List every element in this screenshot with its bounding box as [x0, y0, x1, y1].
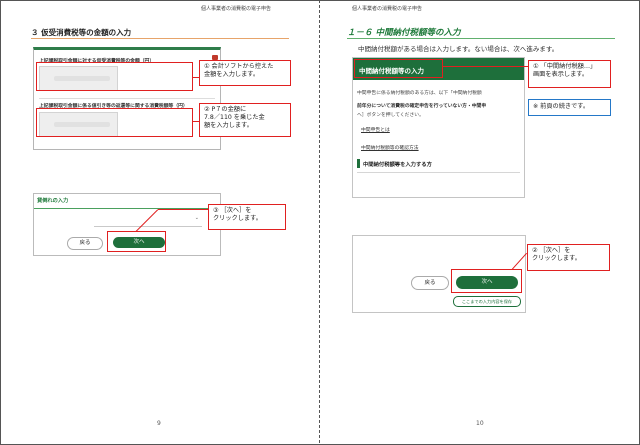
bad-debt-title: 貸倒れの入力 [37, 198, 69, 204]
screen-text-line-1: 中間申告に係る納付税額のある方は、以下「中間納付税額 [357, 91, 482, 96]
highlight-next-button-r [451, 269, 522, 293]
callout-click-next-r: ② ［次へ］を クリックします。 [527, 244, 610, 271]
screen-text-line-2: 前年分について消費税の確定申告を行っていない方・中間申 [357, 104, 487, 109]
link-check-method[interactable]: 中間納付税額等の確認方法 [361, 144, 419, 151]
highlight-screen-heading [354, 59, 443, 78]
right-section-underline [347, 38, 615, 39]
right-page-number: 10 [476, 420, 484, 427]
highlight-next-button [107, 231, 166, 252]
left-page-number: 9 [157, 420, 161, 427]
right-section-title: １－６ 中間納付税額等の入力 [347, 28, 461, 38]
left-page-header: 個人事業者の消費税の電子申告 [201, 6, 272, 12]
back-button[interactable]: 戻る [67, 237, 103, 250]
interim-payment-screenshot: 中間納付税額等の入力 中間申告に係る納付税額のある方は、以下「中間納付税額 前年… [352, 57, 525, 198]
subheading-enter-interim: 中間納付税額等を入力する方 [363, 162, 432, 168]
left-section-title: ３ 仮受消費税等の金額の入力 [31, 28, 132, 37]
save-progress-button[interactable]: ここまでの入力内容を保存 [453, 296, 521, 307]
highlight-returns-tax [36, 108, 193, 137]
left-section-underline [31, 38, 289, 39]
highlight-received-tax [36, 62, 193, 91]
screen-separator [357, 172, 520, 173]
form-divider [39, 98, 215, 99]
right-page-header: 個人事業者の消費税の電子申告 [352, 6, 423, 12]
back-button-r[interactable]: 戻る [411, 276, 449, 290]
chevron-down-icon: ⌄ [194, 215, 199, 221]
page-divider [319, 0, 320, 443]
link-interim-return[interactable]: 中間申告とは [361, 126, 390, 133]
leader-line-3b [158, 209, 208, 211]
leader-line-r1 [443, 66, 528, 68]
callout-enter-received-tax: ① 会計ソフトから控えた 金額を入力します。 [199, 60, 291, 86]
subheading-marker [357, 159, 360, 168]
callout-enter-returns-tax: ② P７の金額に 7.8／110 を乗じた金 額を入力します。 [199, 103, 291, 137]
callout-show-interim-screen: ① 「中間納付税額…」 画面を表示します。 [528, 60, 611, 88]
screen-text-line-3: へ］ボタンを押してください。 [357, 113, 424, 118]
callout-continued-note: ※ 前頁の続きです。 [528, 99, 611, 116]
right-intro-text: 中間納付税額がある場合は入力します。ない場合は、次へ進みます。 [358, 45, 559, 53]
callout-click-next: ③ ［次へ］を クリックします。 [208, 204, 286, 230]
